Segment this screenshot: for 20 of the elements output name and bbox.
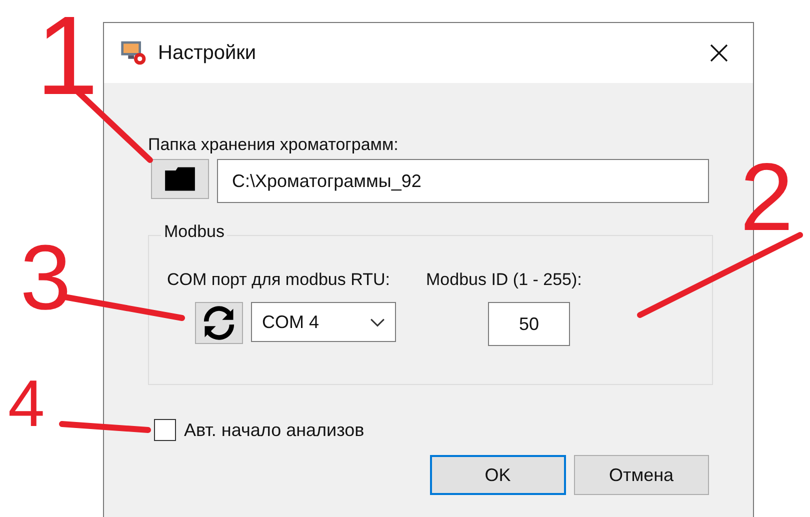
chevron-down-icon — [370, 318, 385, 326]
checkbox[interactable] — [154, 419, 176, 441]
modbus-id-field[interactable]: 50 — [488, 302, 570, 346]
folder-button[interactable] — [151, 159, 209, 199]
modbus-id-label: Modbus ID (1 - 255): — [426, 270, 582, 290]
checkbox-label[interactable]: Авт. начало анализов — [184, 420, 364, 440]
callout-number: 3 — [20, 232, 72, 324]
folder-label: Папка хранения хроматограмм: — [148, 135, 400, 155]
callout-number: 4 — [8, 370, 45, 436]
folder-icon — [164, 166, 196, 192]
cancel-button[interactable]: Отмена — [574, 455, 709, 495]
com-port-label: COM порт для modbus RTU: — [167, 270, 391, 290]
com-port-dropdown[interactable]: COM 4 — [251, 302, 396, 342]
folder-path-field[interactable]: C:\Хроматограммы_92 — [217, 159, 709, 203]
refresh-button[interactable] — [195, 302, 243, 344]
close-icon[interactable] — [709, 43, 729, 63]
window-title: Настройки — [158, 42, 258, 64]
callout-number: 1 — [36, 0, 98, 112]
monitor-gear-icon — [120, 39, 148, 67]
ok-button[interactable]: OK — [430, 455, 566, 495]
